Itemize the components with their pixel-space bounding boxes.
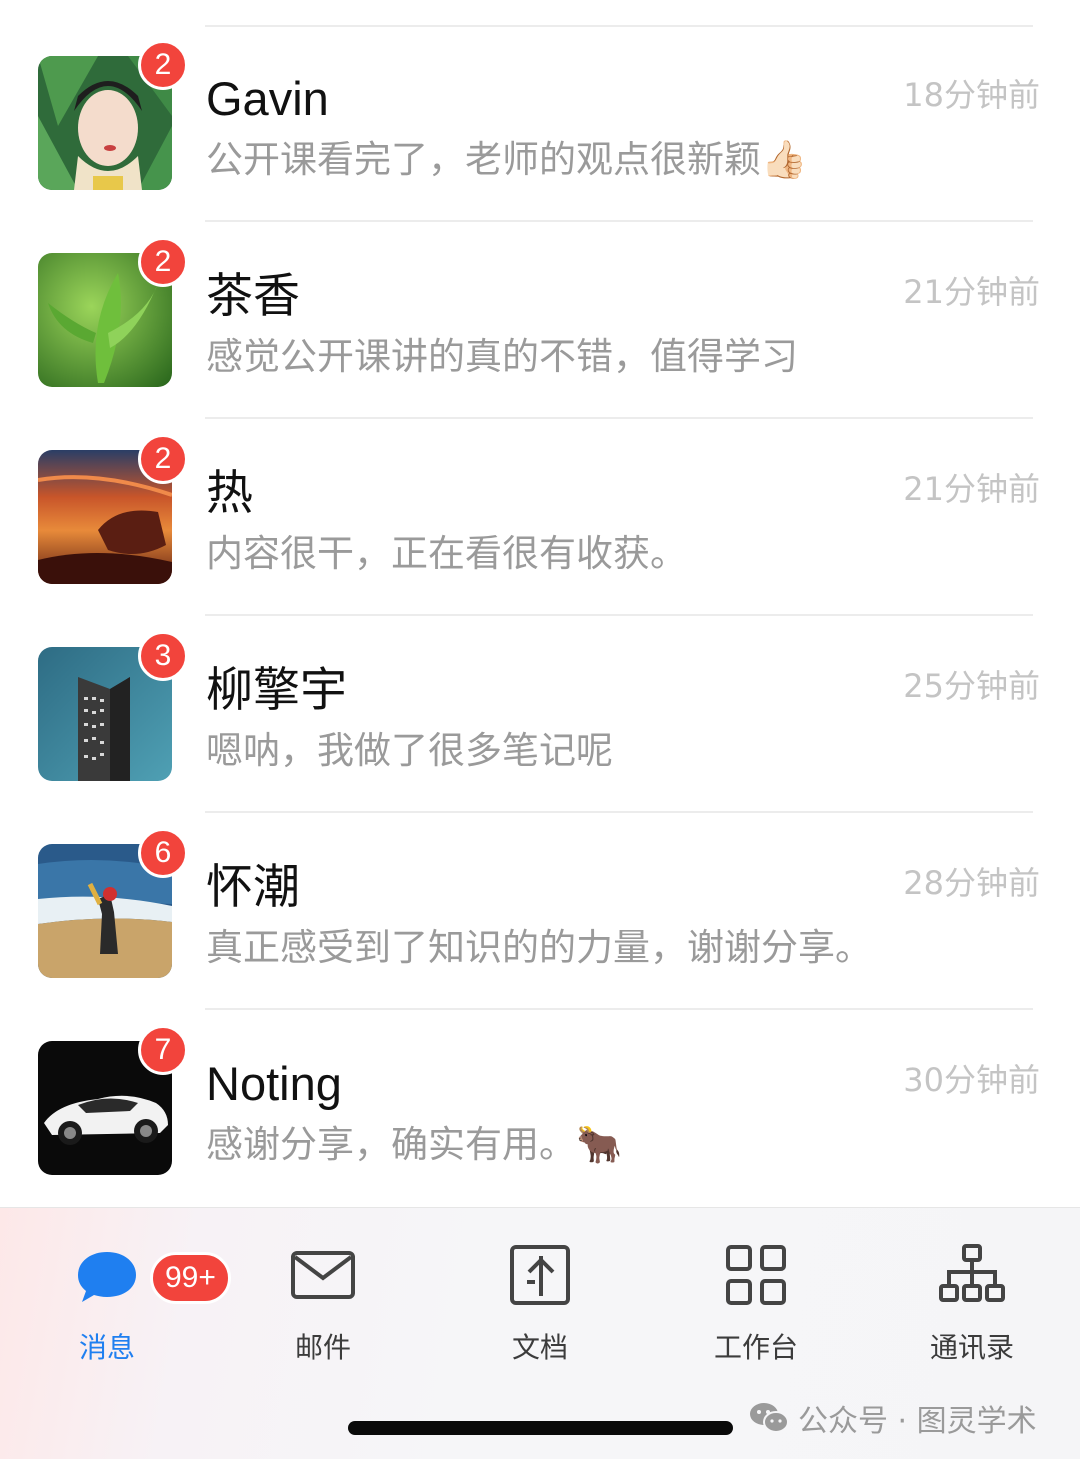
tab-label: 文档: [511, 1331, 568, 1364]
contact-name: 柳擎宇: [206, 663, 347, 716]
unread-badge: 99+: [150, 1252, 231, 1304]
tab-mail[interactable]: 邮件: [248, 1238, 398, 1368]
unread-badge: 3: [138, 631, 188, 681]
tab-documents[interactable]: 文档: [465, 1238, 615, 1368]
unread-badge: 2: [138, 40, 188, 90]
unread-badge: 6: [138, 828, 188, 878]
chat-list: 2 Gavin 18分钟前 公开课看完了，老师的观点很新颖👍🏻 2 茶香 21分…: [0, 0, 1080, 1207]
message-preview: 感觉公开课讲的真的不错，值得学习: [206, 335, 798, 378]
tab-workbench[interactable]: 工作台: [681, 1238, 831, 1368]
wechat-icon: [750, 1403, 789, 1433]
mail-icon: [290, 1242, 356, 1308]
contact-name: 怀潮: [206, 860, 300, 913]
message-preview: 嗯呐，我做了很多笔记呢: [206, 729, 613, 772]
tab-label: 消息: [78, 1331, 135, 1364]
timestamp: 28分钟前: [903, 864, 1040, 902]
tab-label: 通讯录: [929, 1331, 1014, 1364]
chat-row-liuqingyu[interactable]: 3 柳擎宇 25分钟前 嗯呐，我做了很多笔记呢: [0, 616, 1080, 813]
tab-label: 工作台: [713, 1331, 798, 1364]
message-preview: 公开课看完了，老师的观点很新颖👍🏻: [206, 138, 808, 181]
tab-contacts[interactable]: 通讯录: [897, 1238, 1047, 1368]
document-icon: [507, 1242, 573, 1308]
chat-row-re[interactable]: 2 热 21分钟前 内容很干，正在看很有收获。: [0, 419, 1080, 616]
timestamp: 25分钟前: [903, 667, 1040, 705]
contact-name: Noting: [206, 1057, 342, 1110]
unread-badge: 7: [138, 1025, 188, 1075]
chat-row-huaichao[interactable]: 6 怀潮 28分钟前 真正感受到了知识的的力量，谢谢分享。: [0, 813, 1080, 1010]
watermark-text: 公众号 · 图灵学术: [798, 1404, 1037, 1439]
chat-row-gavin[interactable]: 2 Gavin 18分钟前 公开课看完了，老师的观点很新颖👍🏻: [0, 25, 1080, 222]
chat-row-noting[interactable]: 7 Noting 30分钟前 感谢分享，确实有用。🐂: [0, 1010, 1080, 1207]
grid-icon: [723, 1242, 789, 1308]
timestamp: 21分钟前: [903, 273, 1040, 311]
tab-label: 邮件: [294, 1331, 351, 1364]
org-chart-icon: [939, 1242, 1005, 1308]
home-indicator[interactable]: [348, 1421, 733, 1435]
unread-badge: 2: [138, 434, 188, 484]
chat-bubble-icon: [74, 1242, 140, 1308]
message-preview: 内容很干，正在看很有收获。: [206, 532, 687, 575]
tab-messages[interactable]: 99+ 消息: [32, 1238, 231, 1368]
timestamp: 30分钟前: [903, 1061, 1040, 1099]
contact-name: 热: [206, 466, 253, 519]
contact-name: Gavin: [206, 72, 329, 125]
contact-name: 茶香: [206, 269, 300, 322]
chat-row-chaxiang[interactable]: 2 茶香 21分钟前 感觉公开课讲的真的不错，值得学习: [0, 222, 1080, 419]
message-preview: 真正感受到了知识的的力量，谢谢分享。: [206, 926, 872, 969]
message-preview: 感谢分享，确实有用。🐂: [206, 1123, 623, 1166]
unread-badge: 2: [138, 237, 188, 287]
watermark: 公众号 · 图灵学术: [748, 1397, 1037, 1439]
timestamp: 18分钟前: [903, 76, 1040, 114]
timestamp: 21分钟前: [903, 470, 1040, 508]
